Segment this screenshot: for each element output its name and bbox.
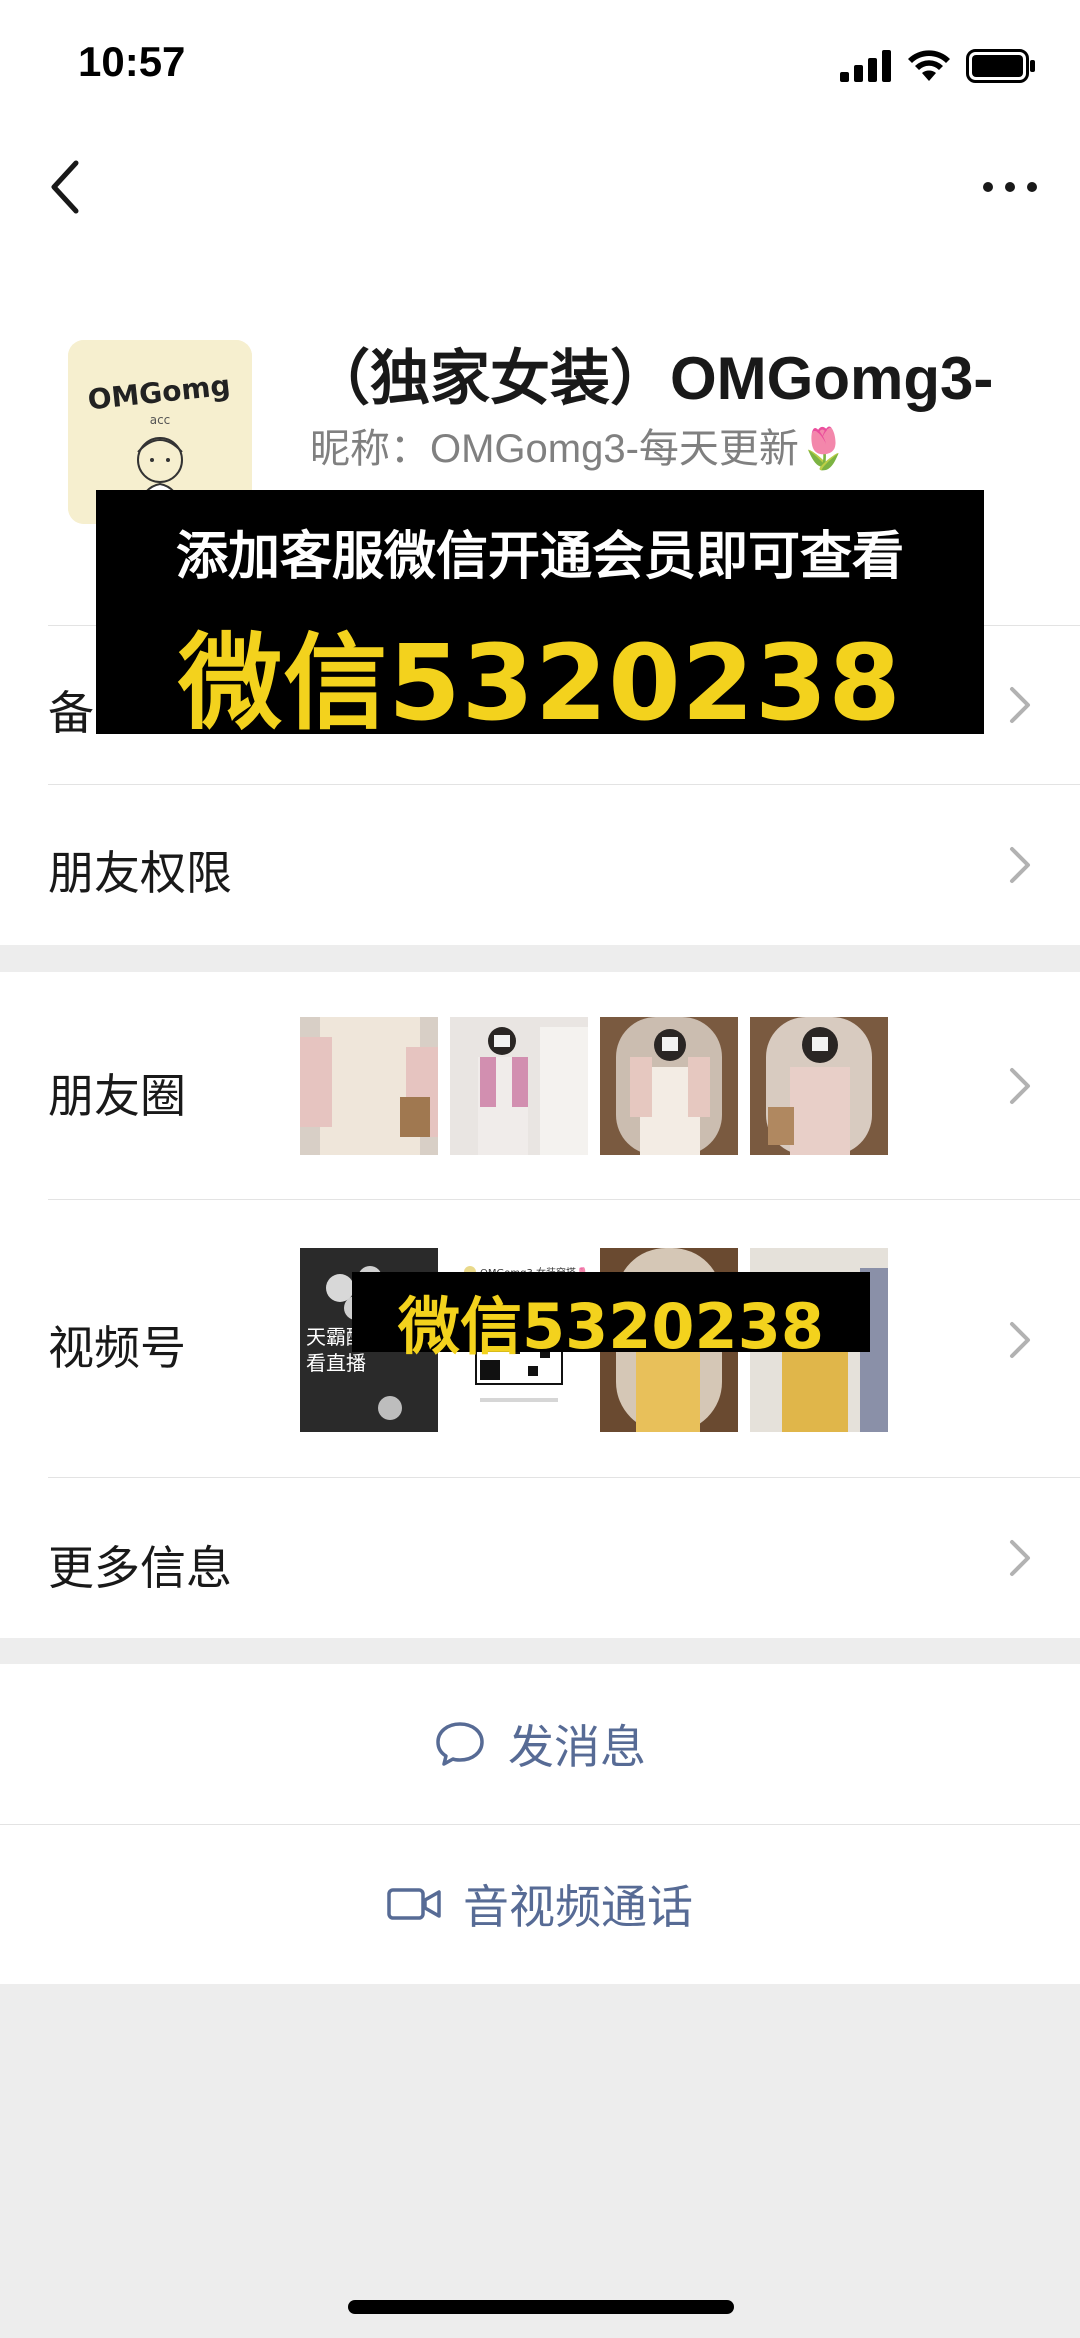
promo-banner-line1: 添加客服微信开通会员即可查看 — [175, 527, 904, 587]
promo-banner-line2: 微信5320238 — [178, 622, 902, 744]
video-camera-icon — [387, 1888, 441, 1920]
promo-overlay-banner: 添加客服微信开通会员即可查看 微信5320238 — [96, 490, 984, 744]
more-dots-icon — [983, 182, 1037, 192]
wifi-icon — [908, 50, 950, 81]
avatar-subtext: acc — [150, 413, 171, 427]
channels-promo-text: 微信5320238 — [398, 1290, 824, 1363]
video-call-label: 音视频通话 — [463, 1880, 693, 1934]
friend-permissions-cell[interactable]: 朋友权限 — [0, 785, 1080, 945]
moments-thumbnail — [300, 1017, 438, 1155]
profile-name: （独家女装）OMGomg3- — [310, 345, 994, 412]
moments-thumbnail — [750, 1017, 888, 1155]
moments-cell[interactable]: 朋友圈 — [0, 972, 1080, 1200]
home-indicator[interactable] — [348, 2300, 734, 2314]
chevron-left-icon — [51, 160, 79, 214]
send-message-label: 发消息 — [508, 1720, 646, 1774]
status-icons — [840, 46, 1036, 86]
more-info-label: 更多信息 — [48, 1541, 232, 1595]
signal-icon — [840, 50, 891, 82]
chat-bubble-icon — [436, 1722, 484, 1766]
battery-icon — [966, 49, 1035, 83]
more-options-button[interactable] — [970, 152, 1050, 222]
chevron-right-icon — [1010, 1322, 1030, 1358]
send-message-button[interactable]: 发消息 — [0, 1664, 1080, 1824]
back-button[interactable] — [30, 152, 100, 222]
chevron-right-icon — [1010, 687, 1030, 723]
moments-thumbnail — [450, 1017, 588, 1155]
contact-profile-page: 10:57 OMGomg acc （独家女装）OMGomg3- 昵称：OMGom… — [0, 0, 1080, 2338]
profile-nickname: 昵称：OMGomg3-每天更新🌷 — [310, 427, 849, 471]
channels-promo-banner: 微信5320238 — [352, 1272, 870, 1363]
moments-label: 朋友圈 — [48, 1069, 186, 1123]
more-info-cell[interactable]: 更多信息 — [0, 1478, 1080, 1638]
divider — [0, 1824, 1080, 1825]
nav-bar — [0, 130, 1080, 250]
chevron-right-icon — [1010, 847, 1030, 883]
remark-label: 备 — [48, 686, 94, 740]
channels-cell[interactable]: 视频号 天霸酷· 看直播 OMGomg3 女装穿搭🌷 — [0, 1200, 1080, 1478]
chevron-right-icon — [1010, 1068, 1030, 1104]
video-call-button[interactable]: 音视频通话 — [0, 1824, 1080, 1984]
channels-label: 视频号 — [48, 1321, 186, 1375]
status-bar: 10:57 — [0, 0, 1080, 130]
status-time: 10:57 — [78, 38, 186, 85]
moments-thumbnails — [300, 1017, 888, 1155]
chevron-right-icon — [1010, 1540, 1030, 1576]
moments-thumbnail — [600, 1017, 738, 1155]
friend-permissions-label: 朋友权限 — [48, 846, 232, 900]
